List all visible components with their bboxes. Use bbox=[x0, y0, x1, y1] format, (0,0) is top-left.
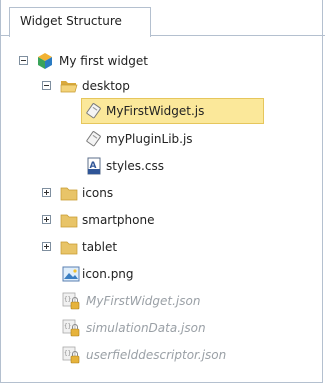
tree-node-label: MyFirstWidget.json bbox=[86, 294, 201, 308]
collapse-toggle[interactable] bbox=[19, 56, 28, 65]
tab-strip: Widget Structure bbox=[0, 0, 325, 37]
tree-node-folder[interactable]: icons bbox=[0, 182, 300, 204]
tree-node-label: myPluginLib.js bbox=[106, 132, 193, 146]
widget-cube-icon bbox=[38, 53, 52, 69]
folder-icon bbox=[60, 187, 78, 201]
locked-json-file-icon: {} bbox=[62, 319, 80, 337]
locked-json-file-icon: {} bbox=[62, 292, 80, 310]
tree-node-label: My first widget bbox=[59, 54, 149, 68]
script-file-icon bbox=[86, 103, 101, 119]
folder-icon bbox=[60, 214, 78, 228]
widget-tree[interactable]: My first widget desktop MyFirstWidget.js… bbox=[0, 36, 325, 385]
tree-node-file[interactable]: icon.png bbox=[0, 263, 300, 285]
tree-node-label: smartphone bbox=[82, 213, 155, 227]
expand-toggle[interactable] bbox=[42, 215, 51, 224]
tree-node-file-locked[interactable]: {} simulationData.json bbox=[0, 317, 300, 339]
expand-toggle[interactable] bbox=[42, 242, 51, 251]
tree-node-label: userfielddescriptor.json bbox=[86, 348, 227, 362]
tree-node-folder[interactable]: smartphone bbox=[0, 209, 300, 231]
image-file-icon bbox=[62, 266, 80, 282]
tab-widget-structure[interactable]: Widget Structure bbox=[9, 7, 151, 37]
tree-node-file-locked[interactable]: {} userfielddescriptor.json bbox=[0, 344, 300, 366]
svg-text:{}: {} bbox=[64, 350, 71, 357]
script-file-icon bbox=[86, 131, 101, 147]
tree-node-label: MyFirstWidget.js bbox=[106, 104, 205, 118]
tree-node-label: icon.png bbox=[82, 267, 134, 281]
tree-node-label: desktop bbox=[82, 79, 130, 93]
open-folder-icon bbox=[60, 81, 78, 93]
tree-node-folder[interactable]: tablet bbox=[0, 236, 300, 258]
locked-json-file-icon: {} bbox=[62, 346, 80, 364]
folder-icon bbox=[60, 241, 78, 255]
tab-label: Widget Structure bbox=[20, 14, 122, 28]
collapse-toggle[interactable] bbox=[42, 81, 51, 90]
expand-toggle[interactable] bbox=[42, 188, 51, 197]
svg-text:{}: {} bbox=[64, 296, 71, 303]
tree-node-root[interactable]: My first widget bbox=[0, 50, 300, 72]
tree-node-file[interactable]: MyFirstWidget.js bbox=[0, 98, 300, 124]
tree-node-label: styles.css bbox=[106, 159, 164, 173]
stylesheet-file-icon: A bbox=[87, 157, 101, 175]
tree-node-desktop[interactable]: desktop bbox=[0, 75, 300, 97]
tree-node-file[interactable]: myPluginLib.js bbox=[0, 128, 300, 150]
tree-node-file[interactable]: A styles.css bbox=[0, 155, 300, 177]
tree-node-label: simulationData.json bbox=[86, 321, 206, 335]
svg-text:A: A bbox=[90, 161, 97, 171]
tree-node-file-locked[interactable]: {} MyFirstWidget.json bbox=[0, 290, 300, 312]
tree-node-label: icons bbox=[82, 186, 114, 200]
svg-text:{}: {} bbox=[64, 323, 71, 330]
tree-node-label: tablet bbox=[82, 240, 118, 254]
